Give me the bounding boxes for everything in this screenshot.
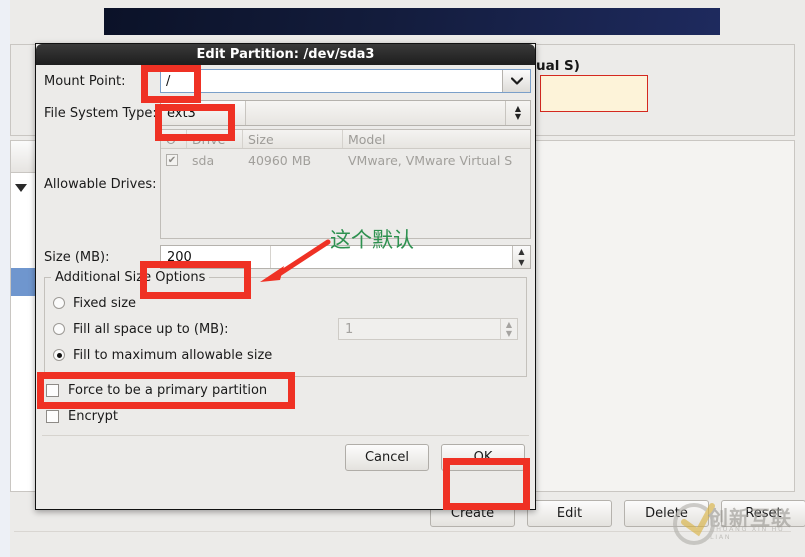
allowable-drives-label: Allowable Drives: bbox=[44, 177, 157, 192]
reset-button[interactable]: Reset bbox=[721, 500, 805, 527]
cell-size: 40960 MB bbox=[248, 152, 312, 168]
size-spinner[interactable]: 200 ▲ ▼ bbox=[160, 245, 531, 269]
column-header-drive: Drive bbox=[187, 130, 243, 148]
fill-up-to-value[interactable]: 1 bbox=[339, 319, 500, 339]
additional-size-options-group: Additional Size Options Fixed size Fill … bbox=[44, 270, 527, 377]
mount-point-row: Mount Point: / bbox=[36, 65, 535, 97]
stepper-up-glyph[interactable]: ▲ bbox=[518, 246, 524, 257]
force-primary-partition-row[interactable]: Force to be a primary partition bbox=[36, 377, 535, 403]
dialog-body: Mount Point: / File System Type: ext3 ▲ … bbox=[36, 65, 535, 509]
encrypt-row[interactable]: Encrypt bbox=[36, 403, 535, 429]
spinner-down-glyph: ▼ bbox=[514, 112, 522, 121]
edit-partition-dialog: Edit Partition: /dev/sda3 Mount Point: /… bbox=[35, 43, 536, 510]
radio-fixed-size[interactable]: Fixed size bbox=[53, 290, 518, 316]
table-header-row: O Drive Size Model bbox=[161, 130, 530, 149]
fill-up-to-stepper-icon[interactable]: ▲ ▼ bbox=[500, 319, 517, 339]
allowable-drives-table[interactable]: O Drive Size Model ✔ sda 40960 MB VMware… bbox=[160, 129, 531, 239]
partition-tree-selected-row[interactable] bbox=[11, 268, 37, 296]
drive-summary-label: ual S) bbox=[536, 58, 580, 74]
radio-selected-icon[interactable] bbox=[53, 349, 65, 361]
fill-up-to-spinner[interactable]: 1 ▲ ▼ bbox=[338, 318, 518, 340]
checkbox-checked-icon[interactable]: ✔ bbox=[166, 154, 178, 166]
file-system-type-combobox[interactable]: ext3 ▲ ▼ bbox=[160, 100, 531, 126]
mount-point-combobox[interactable]: / bbox=[160, 69, 531, 93]
column-header-select: O bbox=[161, 130, 187, 148]
cancel-button[interactable]: Cancel bbox=[345, 444, 429, 471]
cell-drive: sda bbox=[192, 152, 215, 168]
size-stepper-icon[interactable]: ▲ ▼ bbox=[512, 246, 530, 268]
radio-fill-to-maximum[interactable]: Fill to maximum allowable size bbox=[53, 342, 518, 368]
radio-icon[interactable] bbox=[53, 297, 65, 309]
up-down-spinner-icon[interactable]: ▲ ▼ bbox=[505, 101, 530, 125]
mount-point-label: Mount Point: bbox=[44, 73, 126, 89]
radio-fill-to-maximum-label: Fill to maximum allowable size bbox=[73, 347, 273, 363]
file-system-type-spacer bbox=[246, 101, 505, 125]
stepper-down-glyph[interactable]: ▼ bbox=[506, 329, 512, 338]
partition-tree-header bbox=[11, 141, 37, 173]
chevron-down-icon[interactable] bbox=[15, 184, 27, 192]
size-label: Size (MB): bbox=[44, 249, 110, 265]
footer-divider bbox=[14, 531, 791, 532]
mount-point-value[interactable]: / bbox=[161, 70, 502, 92]
chevron-down-icon[interactable] bbox=[502, 70, 530, 92]
radio-fill-up-to[interactable]: Fill all space up to (MB): 1 ▲ ▼ bbox=[53, 316, 518, 342]
partition-tree[interactable] bbox=[11, 141, 37, 491]
ok-button[interactable]: OK bbox=[441, 444, 525, 471]
stepper-down-glyph[interactable]: ▼ bbox=[518, 257, 524, 268]
checkbox-icon[interactable] bbox=[46, 409, 59, 423]
column-header-model: Model bbox=[348, 131, 386, 147]
dialog-button-row: Cancel OK bbox=[36, 436, 535, 471]
size-field-remainder[interactable] bbox=[271, 246, 512, 268]
encrypt-label: Encrypt bbox=[68, 408, 118, 424]
table-row[interactable]: ✔ sda 40960 MB VMware, VMware Virtual S bbox=[161, 149, 530, 171]
edit-button[interactable]: Edit bbox=[527, 500, 612, 527]
delete-button[interactable]: Delete bbox=[624, 500, 709, 527]
column-header-size: Size bbox=[243, 130, 343, 148]
additional-size-options-legend: Additional Size Options bbox=[51, 270, 210, 285]
size-row: Size (MB): 200 ▲ ▼ bbox=[36, 241, 535, 273]
row-checkbox-cell[interactable]: ✔ bbox=[161, 149, 187, 171]
force-primary-partition-label: Force to be a primary partition bbox=[68, 382, 268, 398]
cell-model: VMware, VMware Virtual S bbox=[348, 152, 513, 168]
checkbox-icon[interactable] bbox=[46, 383, 59, 397]
radio-icon[interactable] bbox=[53, 323, 65, 335]
desktop-left-edge bbox=[0, 0, 10, 557]
file-system-type-row: File System Type: ext3 ▲ ▼ bbox=[36, 97, 535, 129]
radio-fill-up-to-label: Fill all space up to (MB): bbox=[73, 321, 229, 337]
file-system-type-value[interactable]: ext3 bbox=[161, 101, 246, 125]
file-system-type-label: File System Type: bbox=[44, 105, 157, 121]
stepper-up-glyph[interactable]: ▲ bbox=[506, 320, 512, 329]
installer-banner bbox=[104, 8, 720, 35]
screen: ual S) Create Edit Delete Reset 创新互联 CHU… bbox=[0, 0, 805, 557]
dialog-title: Edit Partition: /dev/sda3 bbox=[196, 47, 375, 62]
watermark-subtext: CHUANG XIN HU LIAN bbox=[710, 525, 785, 541]
size-value[interactable]: 200 bbox=[161, 246, 271, 268]
radio-fixed-size-label: Fixed size bbox=[73, 295, 137, 311]
allowable-drives-row: Allowable Drives: O Drive Size Model ✔ s… bbox=[36, 129, 535, 241]
warning-box bbox=[540, 75, 648, 112]
dialog-titlebar: Edit Partition: /dev/sda3 bbox=[36, 44, 535, 65]
